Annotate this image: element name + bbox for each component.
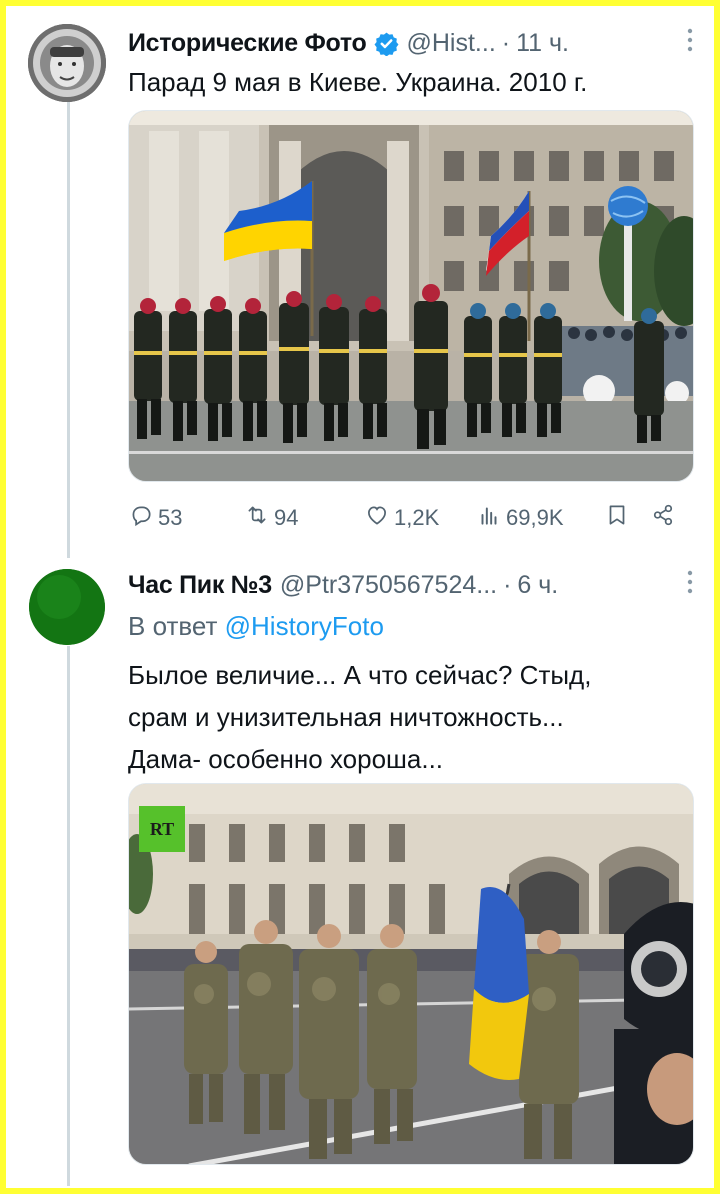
more-icon[interactable] — [676, 27, 694, 60]
author-name[interactable]: Исторические Фото — [128, 29, 367, 58]
retweet-icon — [244, 502, 270, 534]
screenshot-frame: Исторические Фото @Hist... · 11 ч. Парад… — [6, 6, 714, 1188]
tweet-text-line: Дама- особенно хороша... — [128, 744, 444, 774]
avatar[interactable] — [29, 569, 105, 645]
author-handle[interactable]: @Ptr3750567524... — [280, 571, 497, 600]
like-button[interactable]: 1,2K — [364, 502, 476, 534]
avatar[interactable] — [28, 24, 106, 102]
share-icon — [650, 502, 676, 534]
reply-button[interactable]: 53 — [128, 502, 244, 534]
separator-dot: · — [503, 570, 512, 599]
more-icon[interactable] — [676, 569, 694, 602]
bookmark-button[interactable] — [604, 502, 650, 534]
reply-icon — [128, 502, 154, 534]
tweet-text: Парад 9 мая в Киеве. Украина. 2010 г. — [128, 67, 588, 97]
retweet-button[interactable]: 94 — [244, 502, 364, 534]
reply-context: В ответ @HistoryFoto — [128, 608, 690, 645]
tweet-text: Былое величие... А что сейчас? Стыд, сра… — [128, 654, 690, 780]
tweet-actions: 53 94 1,2K 69,9K — [128, 498, 688, 538]
reply-mention-link[interactable]: @HistoryFoto — [225, 611, 384, 641]
tweet-text-line: Былое величие... А что сейчас? Стыд, — [128, 660, 592, 690]
views-icon — [476, 502, 502, 534]
verified-icon — [374, 31, 399, 57]
author-name[interactable]: Час Пик №3 — [128, 571, 272, 600]
bookmark-icon — [604, 502, 630, 534]
author-handle[interactable]: @Hist... — [407, 29, 496, 58]
tweet-text-line: срам и унизительная ничтожность... — [128, 702, 564, 732]
rt-logo: RT — [139, 806, 185, 852]
separator-dot: · — [501, 28, 511, 57]
like-icon — [364, 502, 390, 534]
tweet-time[interactable]: 11 ч. — [516, 29, 569, 58]
retweet-count: 94 — [274, 505, 299, 530]
reply-count: 53 — [158, 505, 183, 530]
parade-photo — [129, 111, 693, 481]
reply-prefix: В ответ — [128, 611, 218, 641]
like-count: 1,2K — [394, 505, 440, 530]
tweet-header: Исторические Фото @Hist... · 11 ч. — [128, 26, 694, 60]
views-count: 69,9K — [506, 505, 564, 530]
views-button[interactable]: 69,9K — [476, 502, 604, 534]
tweet-header: Час Пик №3 @Ptr3750567524... · 6 ч. — [128, 568, 694, 602]
rt-logo-text: RT — [149, 818, 175, 839]
tweet-video[interactable]: RT — [128, 783, 694, 1165]
tweet-photo[interactable] — [128, 110, 694, 482]
tweet-time[interactable]: 6 ч. — [517, 571, 558, 600]
avatar-photo — [29, 569, 105, 645]
thread-line — [67, 102, 70, 558]
share-button[interactable] — [650, 502, 686, 534]
video-frame — [129, 784, 693, 1164]
avatar-photo — [28, 24, 106, 102]
thread-line — [67, 646, 70, 1186]
